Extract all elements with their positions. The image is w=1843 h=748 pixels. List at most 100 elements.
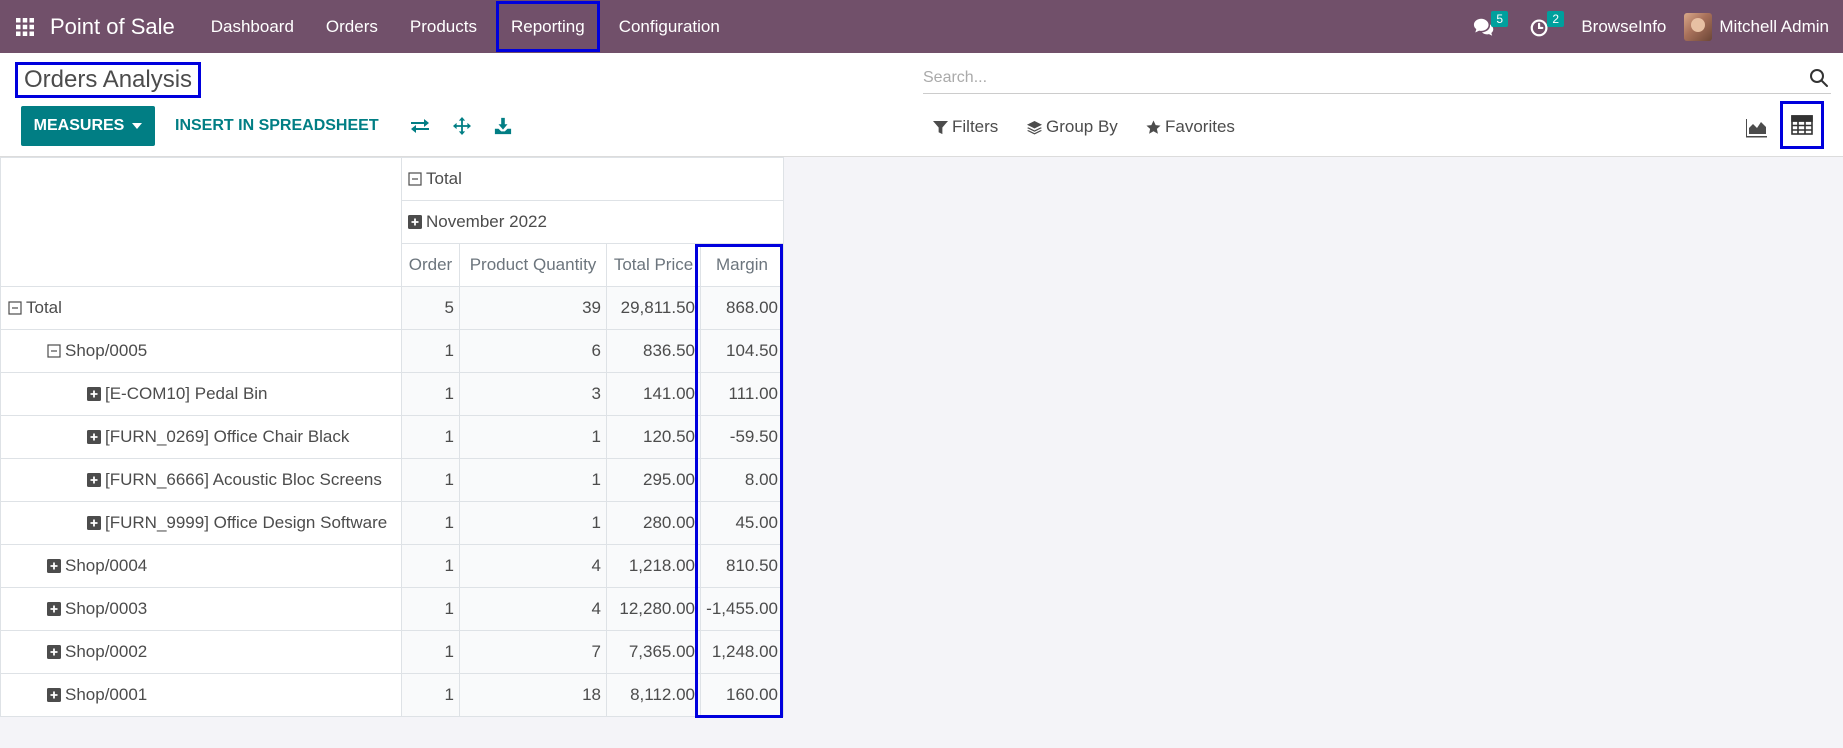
nav-configuration[interactable]: Configuration: [603, 0, 736, 53]
table-row: [FURN_0269] Office Chair Black 1 1 120.5…: [0, 415, 784, 459]
table-icon: [1791, 115, 1813, 135]
cell-total-price[interactable]: 12,280.00: [606, 587, 701, 631]
row-header-product[interactable]: [FURN_0269] Office Chair Black: [0, 415, 402, 459]
filters-button[interactable]: Filters: [933, 109, 998, 145]
col-header-total[interactable]: Total: [401, 157, 784, 201]
cell-order[interactable]: 1: [401, 329, 460, 373]
cell-total-price[interactable]: 836.50: [606, 329, 701, 373]
cell-total-price[interactable]: 29,811.50: [606, 286, 701, 330]
cell-total-price[interactable]: 141.00: [606, 372, 701, 416]
cell-product-quantity[interactable]: 4: [459, 544, 607, 588]
cell-product-quantity[interactable]: 1: [459, 415, 607, 459]
table-row: Shop/0003 1 4 12,280.00 -1,455.00: [0, 587, 784, 631]
row-header-shop-0002[interactable]: Shop/0002: [0, 630, 402, 674]
group-by-button[interactable]: Group By: [1027, 109, 1118, 145]
search-input[interactable]: [923, 68, 1809, 87]
cell-order[interactable]: 1: [401, 458, 460, 502]
cell-order[interactable]: 1: [401, 415, 460, 459]
cell-margin[interactable]: 104.50: [700, 329, 784, 373]
cell-product-quantity[interactable]: 39: [459, 286, 607, 330]
layers-icon: [1027, 120, 1042, 135]
search-icon[interactable]: [1809, 68, 1829, 88]
row-header-shop-0003[interactable]: Shop/0003: [0, 587, 402, 631]
cell-total-price[interactable]: 295.00: [606, 458, 701, 502]
cell-order[interactable]: 1: [401, 501, 460, 545]
table-row: Shop/0002 1 7 7,365.00 1,248.00: [0, 630, 784, 674]
cell-order[interactable]: 1: [401, 372, 460, 416]
cell-total-price[interactable]: 280.00: [606, 501, 701, 545]
cell-margin[interactable]: -1,455.00: [700, 587, 784, 631]
expand-icon: [47, 559, 61, 573]
nav-dashboard[interactable]: Dashboard: [195, 0, 310, 53]
insert-in-spreadsheet-button[interactable]: INSERT IN SPREADSHEET: [175, 106, 379, 146]
cell-order[interactable]: 1: [401, 673, 460, 717]
cell-total-price[interactable]: 8,112.00: [606, 673, 701, 717]
search-bar: [923, 62, 1831, 94]
nav-orders[interactable]: Orders: [310, 0, 394, 53]
cell-margin[interactable]: 45.00: [700, 501, 784, 545]
cell-margin[interactable]: 1,248.00: [700, 630, 784, 674]
row-header-label: Shop/0001: [65, 685, 148, 704]
cell-product-quantity[interactable]: 6: [459, 329, 607, 373]
nav-products[interactable]: Products: [394, 0, 493, 53]
pivot-view-button[interactable]: [1780, 101, 1824, 149]
cell-margin[interactable]: 111.00: [700, 372, 784, 416]
cell-product-quantity[interactable]: 3: [459, 372, 607, 416]
messages-button[interactable]: 5: [1463, 0, 1509, 53]
cell-margin[interactable]: 160.00: [700, 673, 784, 717]
favorites-button[interactable]: Favorites: [1146, 109, 1235, 145]
cell-margin[interactable]: 810.50: [700, 544, 784, 588]
expand-all-icon[interactable]: [451, 116, 473, 136]
col-header-total-label: Total: [426, 169, 462, 188]
cell-total-price[interactable]: 120.50: [606, 415, 701, 459]
cell-product-quantity[interactable]: 18: [459, 673, 607, 717]
row-header-product[interactable]: [FURN_9999] Office Design Software: [0, 501, 402, 545]
pivot-table-container: Total November 2022 Order Product Quanti…: [0, 157, 784, 717]
row-header-shop-0004[interactable]: Shop/0004: [0, 544, 402, 588]
cell-margin[interactable]: -59.50: [700, 415, 784, 459]
favorites-label: Favorites: [1165, 117, 1235, 136]
cell-product-quantity[interactable]: 7: [459, 630, 607, 674]
measure-header-product-quantity[interactable]: Product Quantity: [459, 243, 607, 287]
cell-order[interactable]: 5: [401, 286, 460, 330]
measure-header-order[interactable]: Order: [401, 243, 460, 287]
row-header-label: Shop/0005: [65, 341, 148, 360]
apps-menu-icon[interactable]: [0, 0, 50, 53]
cell-margin[interactable]: 8.00: [700, 458, 784, 502]
measures-button[interactable]: MEASURES: [21, 106, 155, 146]
avatar: [1684, 12, 1713, 41]
cell-margin[interactable]: 868.00: [700, 286, 784, 330]
activities-button[interactable]: 2: [1519, 0, 1565, 53]
row-header-total[interactable]: Total: [0, 286, 402, 330]
measure-header-total-price[interactable]: Total Price: [606, 243, 701, 287]
cell-order[interactable]: 1: [401, 630, 460, 674]
pivot-table: Total November 2022 Order Product Quanti…: [0, 157, 784, 717]
company-switcher[interactable]: BrowseInfo: [1561, 17, 1684, 37]
cell-order[interactable]: 1: [401, 587, 460, 631]
cell-product-quantity[interactable]: 1: [459, 501, 607, 545]
messages-count-badge: 5: [1491, 11, 1509, 27]
col-header-november-2022[interactable]: November 2022: [401, 200, 784, 244]
nav-reporting[interactable]: Reporting: [495, 0, 601, 53]
col-header-november-2022-label: November 2022: [426, 212, 547, 231]
cell-order[interactable]: 1: [401, 544, 460, 588]
expand-icon: [47, 602, 61, 616]
table-row: [FURN_9999] Office Design Software 1 1 2…: [0, 501, 784, 545]
cell-product-quantity[interactable]: 4: [459, 587, 607, 631]
row-header-product[interactable]: [E-COM10] Pedal Bin: [0, 372, 402, 416]
user-menu[interactable]: Mitchell Admin: [1684, 12, 1843, 41]
row-header-label: Shop/0003: [65, 599, 148, 618]
graph-view-button[interactable]: [1744, 116, 1770, 140]
row-header-shop-0005[interactable]: Shop/0005: [0, 329, 402, 373]
flip-axis-icon[interactable]: [409, 116, 431, 136]
activities-count-badge: 2: [1547, 11, 1565, 27]
cell-total-price[interactable]: 1,218.00: [606, 544, 701, 588]
download-icon[interactable]: [492, 116, 514, 136]
cell-total-price[interactable]: 7,365.00: [606, 630, 701, 674]
cell-product-quantity[interactable]: 1: [459, 458, 607, 502]
app-brand[interactable]: Point of Sale: [50, 14, 175, 40]
row-header-shop-0001[interactable]: Shop/0001: [0, 673, 402, 717]
row-header-product[interactable]: [FURN_6666] Acoustic Bloc Screens: [0, 458, 402, 502]
measure-header-margin[interactable]: Margin: [700, 243, 784, 287]
caret-down-icon: [132, 123, 143, 129]
